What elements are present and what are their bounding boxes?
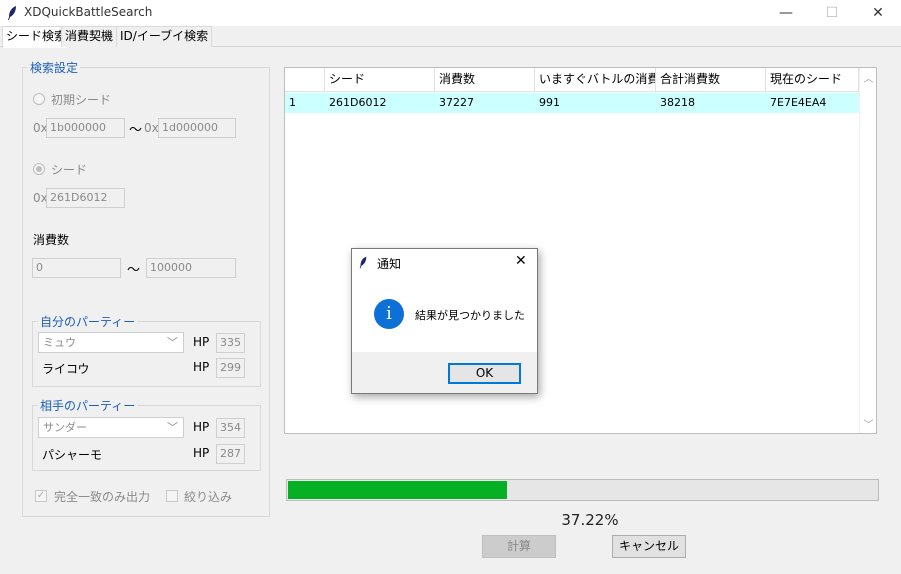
filter-label: 絞り込み <box>184 490 233 504</box>
table-row[interactable]: 1 261D6012 37227 991 38218 7E7E4EA4 <box>285 93 859 113</box>
my-party-hp2-label: HP <box>193 360 210 374</box>
seed-label: シード <box>51 163 88 177</box>
window-title: XDQuickBattleSearch <box>24 5 153 19</box>
notification-dialog: 通知 ✕ i 結果が見つかりました OK <box>351 248 538 394</box>
cancel-button[interactable]: キャンセル <box>612 535 686 558</box>
my-party-title: 自分のパーティー <box>38 313 138 330</box>
initial-seed-tilde: 〜 <box>129 123 143 138</box>
initial-seed-from-input[interactable]: 1b000000 <box>46 118 125 138</box>
opponent-party-hp1-input[interactable]: 354 <box>216 418 245 438</box>
tab-seed-search[interactable]: シード検索 <box>2 26 71 48</box>
column-header-total-consumption[interactable]: 合計消費数 <box>656 68 766 92</box>
table-cell-current-seed: 7E7E4EA4 <box>770 96 827 109</box>
scroll-up-icon[interactable]: ︿ <box>860 70 877 85</box>
initial-seed-to-prefix: 0x <box>144 121 159 135</box>
dialog-message: 結果が見つかりました <box>415 309 525 322</box>
initial-seed-to-input[interactable]: 1d000000 <box>158 118 236 138</box>
consumption-tilde: 〜 <box>127 263 141 278</box>
my-party-hp1-input[interactable]: 335 <box>216 333 245 353</box>
close-button[interactable]: ✕ <box>855 0 901 26</box>
table-cell-index: 1 <box>289 96 296 109</box>
progress-bar <box>286 479 879 501</box>
feather-icon <box>8 6 16 20</box>
maximize-button[interactable]: ☐ <box>809 0 855 26</box>
dialog-body: i 結果が見つかりました <box>352 277 537 352</box>
my-party-hp2-input[interactable]: 299 <box>216 358 245 378</box>
table-cell-consumption: 37227 <box>439 96 474 109</box>
window-titlebar: XDQuickBattleSearch — ☐ ✕ <box>0 0 901 26</box>
chevron-down-icon: ﹀ <box>167 421 178 434</box>
table-cell-total-consumption: 38218 <box>660 96 695 109</box>
exact-match-checkbox[interactable]: ✓ <box>35 490 47 502</box>
consumption-to-input[interactable]: 100000 <box>146 258 236 278</box>
minimize-button[interactable]: — <box>763 0 809 26</box>
opponent-party-slot2-label: パシャーモ <box>42 448 103 462</box>
tab-id-eevee-search[interactable]: ID/イーブイ検索 <box>116 26 213 47</box>
column-header-index[interactable] <box>285 68 325 92</box>
search-settings-title: 検索設定 <box>28 59 81 76</box>
my-party-hp1-label: HP <box>193 335 210 349</box>
ok-button[interactable]: OK <box>448 363 521 384</box>
consumption-from-input[interactable]: 0 <box>32 258 121 278</box>
opponent-party-title: 相手のパーティー <box>38 397 138 414</box>
table-cell-instant-battle-consumption: 991 <box>539 96 560 109</box>
feather-icon <box>359 256 367 269</box>
opponent-party-hp1-label: HP <box>193 420 210 434</box>
my-party-slot1-select[interactable]: ミュウ ﹀ <box>38 332 184 353</box>
tab-consumption-trigger[interactable]: 消費契機 <box>61 26 118 47</box>
exact-match-label: 完全一致のみ出力 <box>54 490 151 504</box>
opponent-party-hp2-input[interactable]: 287 <box>216 444 245 464</box>
tab-bar: シード検索 消費契機 ID/イーブイ検索 <box>0 26 901 48</box>
initial-seed-label: 初期シード <box>51 93 112 107</box>
dialog-title: 通知 <box>377 257 402 271</box>
my-party-slot1-value: ミュウ <box>43 336 76 349</box>
dialog-titlebar: 通知 ✕ <box>352 249 537 277</box>
consumption-label: 消費数 <box>33 233 70 247</box>
progress-fill <box>288 481 507 499</box>
filter-checkbox[interactable] <box>166 490 178 502</box>
column-header-instant-battle-consumption[interactable]: いますぐバトルの消費数 <box>535 68 656 92</box>
initial-seed-radio[interactable] <box>33 93 45 105</box>
chevron-down-icon: ﹀ <box>167 336 178 349</box>
scroll-down-icon[interactable]: ﹀ <box>860 416 877 431</box>
dialog-close-button[interactable]: ✕ <box>515 253 527 269</box>
opponent-party-slot1-select[interactable]: サンダー ﹀ <box>38 417 184 438</box>
info-icon: i <box>374 299 404 329</box>
opponent-party-hp2-label: HP <box>193 446 210 460</box>
my-party-slot2-label: ライコウ <box>42 362 90 376</box>
opponent-party-slot1-value: サンダー <box>43 421 87 434</box>
progress-percent: 37.22% <box>561 511 619 529</box>
column-header-seed[interactable]: シード <box>325 68 435 92</box>
column-header-current-seed[interactable]: 現在のシード <box>766 68 859 92</box>
vertical-scrollbar[interactable]: ︿ ﹀ <box>859 68 876 433</box>
calculate-button[interactable]: 計算 <box>482 535 556 558</box>
seed-radio[interactable] <box>33 163 45 175</box>
column-header-consumption[interactable]: 消費数 <box>435 68 535 92</box>
table-cell-seed: 261D6012 <box>329 96 387 109</box>
seed-input[interactable]: 261D6012 <box>46 188 125 208</box>
